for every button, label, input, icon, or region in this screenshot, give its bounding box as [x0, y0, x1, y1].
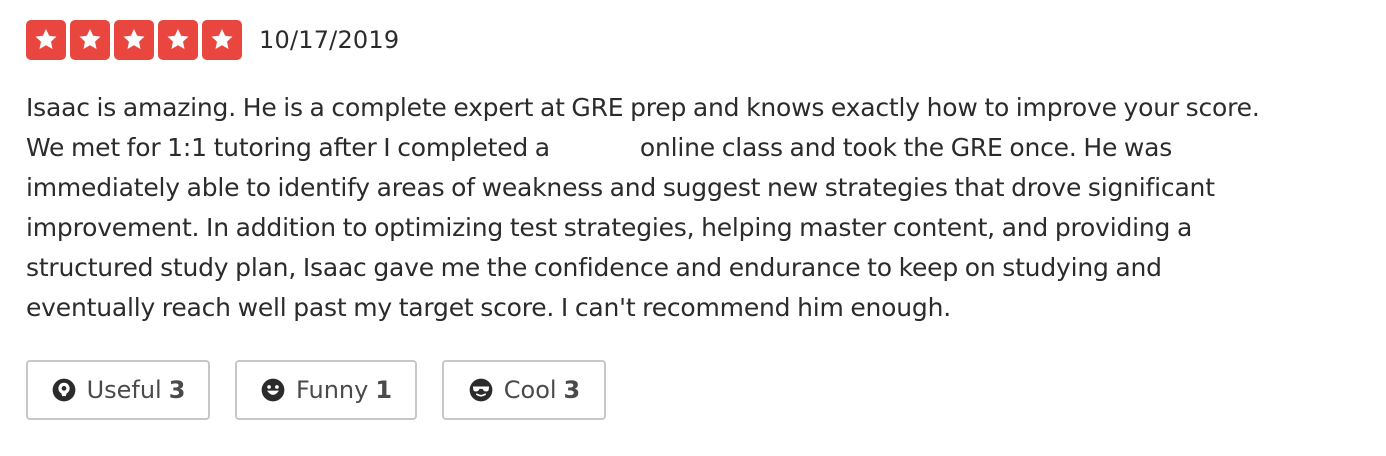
useful-label: Useful [86, 376, 162, 404]
smiley-icon [260, 377, 296, 403]
review-date: 10/17/2019 [259, 26, 400, 54]
useful-button[interactable]: Useful 3 [26, 360, 210, 420]
review-actions: Useful 3 Funny 1 Cool 3 [26, 360, 1366, 420]
review-line: Isaac is amazing. He is a complete exper… [26, 93, 1260, 122]
review-line: structured study plan, Isaac gave me the… [26, 253, 1162, 282]
review-line: We met for 1:1 tutoring after I complete… [26, 133, 550, 162]
star-icon [70, 20, 110, 60]
funny-button[interactable]: Funny 1 [235, 360, 417, 420]
star-icon [158, 20, 198, 60]
review-line: immediately able to identify areas of we… [26, 173, 1215, 202]
star-icon [202, 20, 242, 60]
useful-count: 3 [168, 376, 186, 404]
star-rating [26, 20, 242, 60]
review-line: improvement. In addition to optimizing t… [26, 213, 1193, 242]
review-card: 10/17/2019 Isaac is amazing. He is a com… [26, 20, 1366, 420]
lightbulb-icon [51, 377, 87, 403]
sunglasses-icon [468, 377, 504, 403]
review-line: online class and took the GRE once. He w… [639, 133, 1173, 162]
funny-count: 1 [375, 376, 393, 404]
review-line: eventually reach well past my target sco… [26, 293, 951, 322]
cool-count: 3 [563, 376, 581, 404]
funny-label: Funny [295, 376, 369, 404]
review-text: Isaac is amazing. He is a complete exper… [26, 88, 1371, 328]
rating-row: 10/17/2019 [26, 20, 1366, 60]
star-icon [114, 20, 154, 60]
cool-label: Cool [503, 376, 557, 404]
star-icon [26, 20, 66, 60]
cool-button[interactable]: Cool 3 [442, 360, 606, 420]
